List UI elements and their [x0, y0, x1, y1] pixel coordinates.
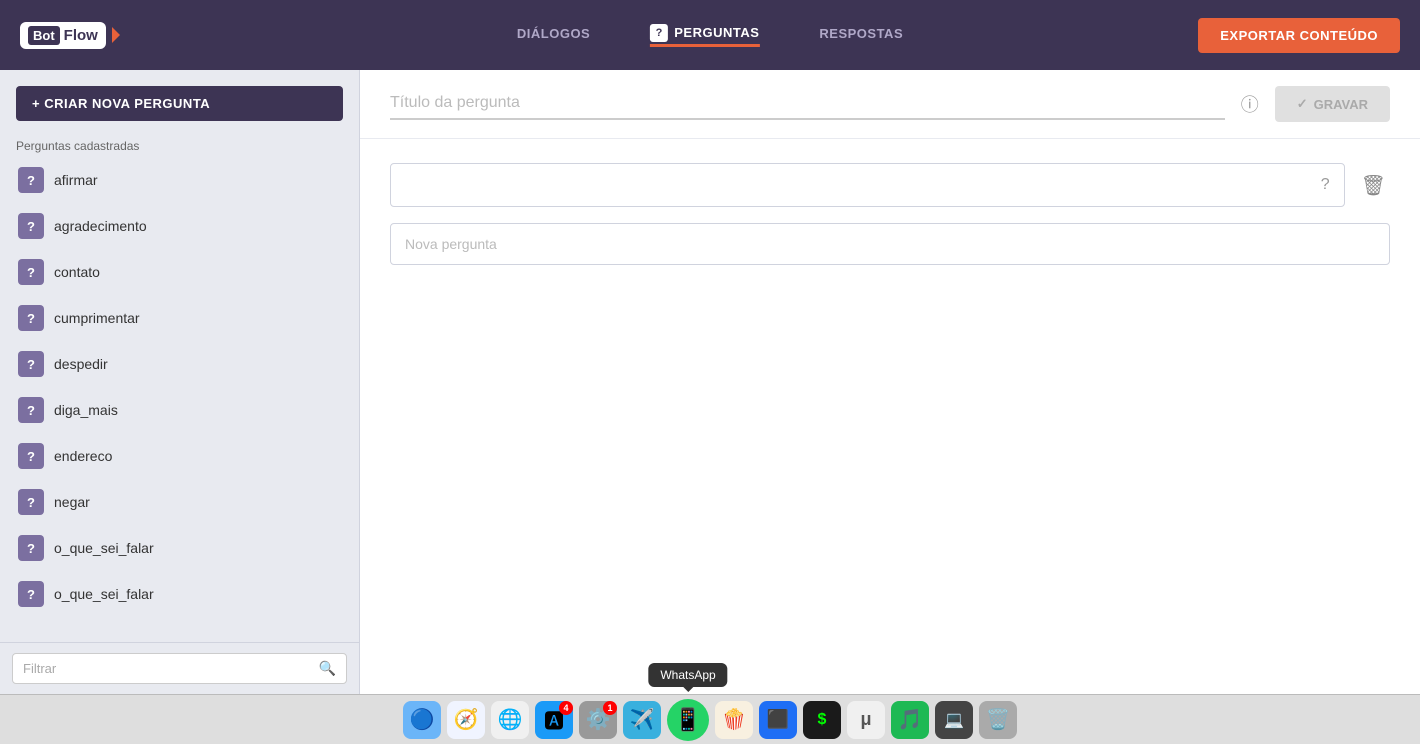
save-btn-label: GRAVAR [1314, 97, 1368, 112]
item-label: afirmar [54, 172, 98, 188]
dock-finder-icon[interactable]: 🔵 [403, 701, 441, 739]
filter-input-wrapper[interactable]: 🔍 [12, 653, 347, 684]
list-item[interactable]: ? despedir [8, 341, 351, 387]
appstore-badge: 4 [559, 701, 573, 715]
list-item[interactable]: ? contato [8, 249, 351, 295]
list-item[interactable]: ? cumprimentar [8, 295, 351, 341]
filter-input[interactable] [23, 661, 313, 676]
item-label: despedir [54, 356, 108, 372]
checkmark-icon: ✓ [1297, 96, 1308, 112]
item-label: cumprimentar [54, 310, 140, 326]
question-mark-icon: ? [1321, 176, 1330, 194]
list-item[interactable]: ? afirmar [8, 157, 351, 203]
dock-telegram-icon[interactable]: ✈️ [623, 701, 661, 739]
logo-bot-text: Bot [28, 26, 60, 45]
logo-box: Bot Flow [20, 22, 106, 49]
sidebar-list: ? afirmar ? agradecimento ? contato ? cu… [0, 157, 359, 642]
sidebar-top: + CRIAR NOVA PERGUNTA [0, 70, 359, 131]
content-body: ? 🗑 [360, 139, 1420, 289]
export-button[interactable]: EXPORTAR CONTEÚDO [1198, 18, 1400, 53]
item-label: o_que_sei_falar [54, 586, 154, 602]
sidebar-section-label: Perguntas cadastradas [0, 131, 359, 157]
item-label: agradecimento [54, 218, 147, 234]
nav-item-dialogos[interactable]: DIÁLOGOS [517, 26, 590, 45]
dock-spotify-icon[interactable]: 🎵 [891, 701, 929, 739]
list-item[interactable]: ? diga_mais [8, 387, 351, 433]
dock-trash-icon[interactable]: 🗑️ [979, 701, 1017, 739]
main-nav: DIÁLOGOS ? PERGUNTAS RESPOSTAS [517, 24, 903, 47]
list-item[interactable]: ? agradecimento [8, 203, 351, 249]
save-button[interactable]: ✓ GRAVAR [1275, 86, 1390, 122]
dock-vscode-icon[interactable]: ⬛ [759, 701, 797, 739]
list-item[interactable]: ? o_que_sei_falar [8, 525, 351, 571]
dock-chrome-icon[interactable]: 🌐 [491, 701, 529, 739]
item-icon: ? [18, 535, 44, 561]
item-icon: ? [18, 213, 44, 239]
dock-popcorn-icon[interactable]: 🍿 [715, 701, 753, 739]
search-icon: 🔍 [319, 660, 336, 677]
list-item[interactable]: ? o_que_sei_falar [8, 571, 351, 617]
item-label: endereco [54, 448, 112, 464]
dock-whatsapp-wrapper: WhatsApp 📱 [667, 699, 709, 741]
item-icon: ? [18, 443, 44, 469]
nav-item-perguntas[interactable]: ? PERGUNTAS [650, 24, 759, 47]
new-question-input[interactable] [390, 223, 1390, 265]
nav-label-perguntas: PERGUNTAS [674, 25, 759, 40]
nav-label-respostas: RESPOSTAS [819, 26, 903, 41]
item-icon: ? [18, 305, 44, 331]
new-question-row [390, 223, 1390, 265]
question-box[interactable]: ? [390, 163, 1345, 207]
item-icon: ? [18, 351, 44, 377]
main-layout: + CRIAR NOVA PERGUNTA Perguntas cadastra… [0, 70, 1420, 694]
logo-triangle-icon [112, 27, 120, 43]
sidebar: + CRIAR NOVA PERGUNTA Perguntas cadastra… [0, 70, 360, 694]
content-area: ⓘ ✓ GRAVAR ? 🗑 [360, 70, 1420, 694]
logo-area: Bot Flow [20, 22, 120, 49]
item-icon: ? [18, 581, 44, 607]
settings-badge: 1 [603, 701, 617, 715]
info-icon[interactable]: ⓘ [1241, 91, 1259, 117]
item-icon: ? [18, 167, 44, 193]
list-item[interactable]: ? negar [8, 479, 351, 525]
dock-code2-icon[interactable]: 💻 [935, 701, 973, 739]
nav-label-dialogos: DIÁLOGOS [517, 26, 590, 41]
nav-badge-perguntas: ? [650, 24, 668, 42]
list-item[interactable]: ? endereco [8, 433, 351, 479]
nav-item-respostas[interactable]: RESPOSTAS [819, 26, 903, 45]
dock-terminal-icon[interactable]: $ [803, 701, 841, 739]
item-label: contato [54, 264, 100, 280]
dock-appstore-icon[interactable]: 🅰 4 [535, 701, 573, 739]
dock-safari-icon[interactable]: 🧭 [447, 701, 485, 739]
item-label: negar [54, 494, 90, 510]
item-label: diga_mais [54, 402, 118, 418]
dock-bar: 🔵 🧭 🌐 🅰 4 ⚙️ 1 ✈️ WhatsApp 📱 🍿 ⬛ $ μ 🎵 💻… [0, 694, 1420, 744]
item-icon: ? [18, 397, 44, 423]
question-row: ? 🗑 [390, 163, 1390, 207]
question-title-input[interactable] [390, 88, 1225, 120]
create-question-button[interactable]: + CRIAR NOVA PERGUNTA [16, 86, 343, 121]
item-icon: ? [18, 259, 44, 285]
sidebar-filter-area: 🔍 [0, 642, 359, 694]
dock-settings-icon[interactable]: ⚙️ 1 [579, 701, 617, 739]
header: Bot Flow DIÁLOGOS ? PERGUNTAS RESPOSTAS … [0, 0, 1420, 70]
content-header: ⓘ ✓ GRAVAR [360, 70, 1420, 139]
dock-mu-icon[interactable]: μ [847, 701, 885, 739]
logo-flow-text: Flow [64, 27, 98, 44]
item-label: o_que_sei_falar [54, 540, 154, 556]
delete-icon[interactable]: 🗑 [1357, 169, 1390, 202]
dock-whatsapp-icon[interactable]: 📱 [667, 699, 709, 741]
item-icon: ? [18, 489, 44, 515]
